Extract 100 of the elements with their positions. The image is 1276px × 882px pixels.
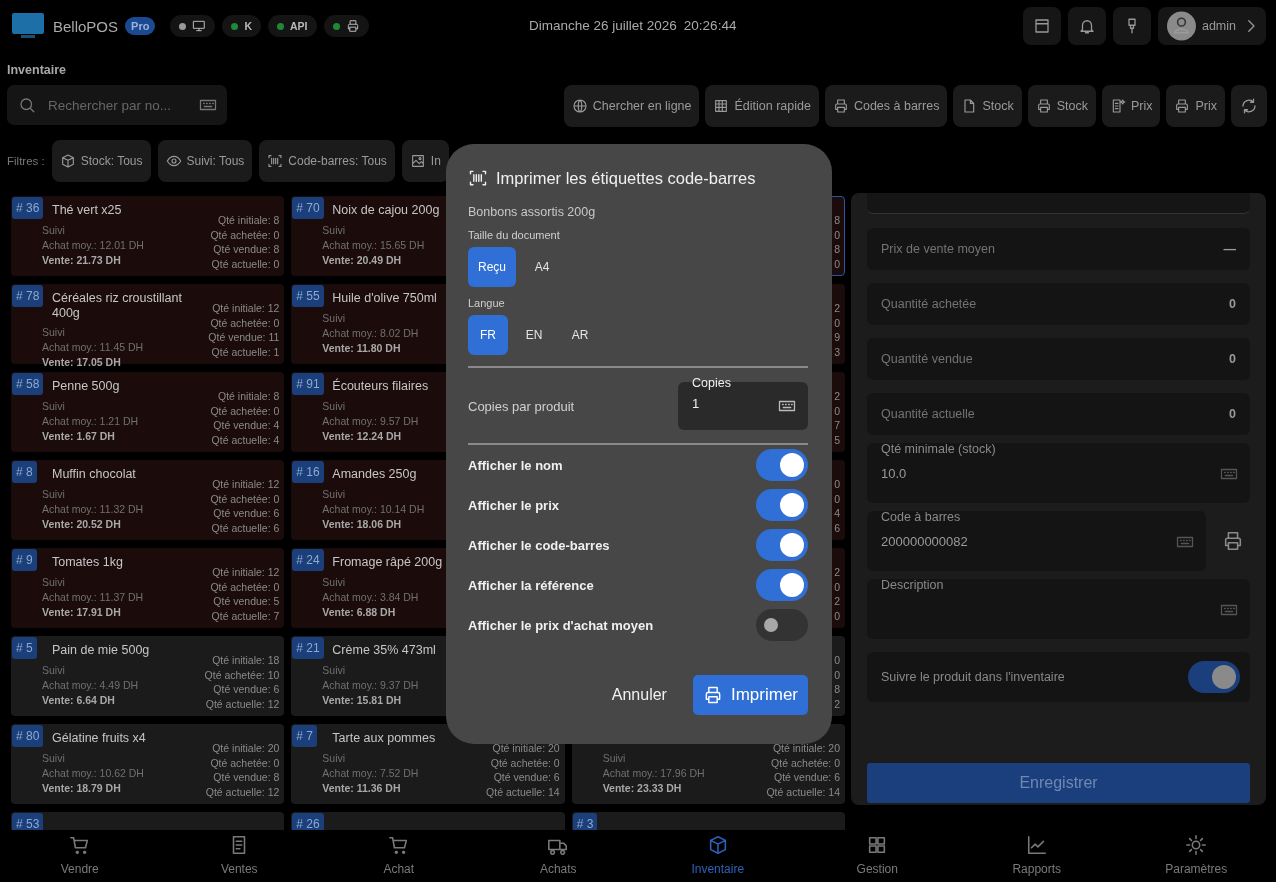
toggle-switch[interactable] — [756, 529, 808, 561]
product-card[interactable]: # 80 Gélatine fruits x4 Suivi Achat moy.: 10.62 DH Vente: 18.79 DH Qté initiale: 20 Qté achetée: 0 Qté vendue: 8 Qté actuelle: 12 — [11, 724, 285, 804]
search-field[interactable]: Rechercher par no... — [7, 85, 227, 125]
tracking-label: Suivi — [322, 399, 346, 414]
quantity-text: Qté vendue: 6 — [213, 506, 280, 521]
quantity-text: Qté vendue: 4 — [213, 418, 280, 433]
quantity-text: 8 — [834, 242, 840, 257]
toolbar-button[interactable]: Codes à barres — [824, 85, 948, 127]
product-card[interactable]: # 9 Tomates 1kg Suivi Achat moy.: 11.37 DH Vente: 17.91 DH Qté initiale: 12 Qté achetée: 0 Qté vendue: 5 Qté actuelle: 7 — [11, 548, 285, 628]
product-number: # 7 — [292, 725, 317, 747]
product-number: # 21 — [292, 637, 324, 659]
app-name: BelloPOS — [53, 17, 119, 35]
gear-icon — [1185, 834, 1208, 856]
product-name: Écouteurs filaires — [332, 379, 429, 395]
filter-chip[interactable]: Code-barres: Tous — [259, 140, 395, 182]
product-card[interactable]: # 36 Thé vert x25 Suivi Achat moy.: 12.01 DH Vente: 21.73 DH Qté initiale: 8 Qté achetée: 0 Qté vendue: 8 Qté actuelle: 0 — [11, 196, 285, 276]
quantity-text: Qté actuelle: 1 — [211, 344, 280, 359]
refresh-icon — [1240, 97, 1258, 115]
toolbar-button[interactable]: Stock — [1027, 85, 1096, 127]
input-field[interactable]: Code à barres 200000000082 — [867, 511, 1206, 571]
product-name: Pain de mie 500g — [52, 643, 150, 659]
nav-tab[interactable]: Ventes — [159, 830, 319, 882]
refresh-button[interactable] — [1231, 85, 1267, 127]
tracking-label: Suivi — [322, 487, 346, 502]
window-button[interactable] — [1023, 7, 1061, 45]
cancel-button[interactable]: Annuler — [605, 685, 673, 705]
quantity-text: 2 — [834, 301, 840, 316]
sale-price-text: Vente: 12.24 DH — [322, 429, 402, 444]
quantity-text: 0 — [834, 315, 840, 330]
quantity-text: Qté initiale: 20 — [492, 741, 560, 756]
nav-tab[interactable]: Rapports — [957, 830, 1117, 882]
sale-price-text: Vente: 11.36 DH — [322, 781, 401, 796]
device-button[interactable] — [1113, 7, 1151, 45]
print-button[interactable]: Imprimer — [692, 675, 808, 715]
size-option[interactable]: Reçu — [468, 247, 516, 287]
language-option[interactable]: EN — [514, 315, 554, 355]
product-name: Penne 500g — [52, 379, 120, 395]
filter-chip[interactable]: Suivi: Tous — [157, 140, 253, 182]
quantity-text: 0 — [834, 477, 840, 492]
toolbar-button[interactable]: Stock — [953, 85, 1022, 127]
language-option[interactable]: FR — [468, 315, 508, 355]
product-number: # 91 — [292, 373, 324, 395]
time-text: 20:26:44 — [683, 18, 737, 33]
avg-purchase-text: Achat moy.: 9.57 DH — [322, 414, 419, 429]
tracking-label: Suivi — [322, 311, 346, 326]
toggle-switch[interactable] — [756, 569, 808, 601]
product-card[interactable]: # 5 Pain de mie 500g Suivi Achat moy.: 4.49 DH Vente: 6.64 DH Qté initiale: 18 Qté achetée: 10 Qté vendue: 6 Qté actuelle: 12 — [11, 636, 285, 716]
product-card[interactable]: # 26 — [291, 812, 565, 830]
product-name: Huile d'olive 750ml — [332, 291, 437, 307]
grid-edit-icon — [713, 98, 730, 114]
nav-tab[interactable]: Inventaire — [638, 830, 798, 882]
toggle-switch[interactable] — [756, 489, 808, 521]
nav-tab[interactable]: Achats — [478, 830, 638, 882]
filter-chip[interactable]: In — [401, 140, 449, 182]
tracking-label: Suivi — [42, 223, 65, 238]
toggle-switch[interactable] — [1188, 661, 1240, 693]
quantity-text: Qté vendue: 8 — [213, 242, 280, 257]
quantity-text: Qté initiale: 12 — [212, 565, 280, 580]
quantity-text: Qté vendue: 5 — [213, 594, 280, 609]
quantity-text: Qté actuelle: 14 — [486, 784, 560, 799]
printer-icon — [1174, 98, 1191, 114]
avg-purchase-text: Achat moy.: 15.65 DH — [322, 238, 425, 253]
toggle-switch[interactable] — [756, 449, 808, 481]
quantity-text: Qté actuelle: 12 — [205, 784, 280, 799]
product-card[interactable]: # 78 Céréales riz croustillant 400g Suivi Achat moy.: 11.45 DH Vente: 17.05 DH Qté initiale: 12 Qté achetée: 0 Qté vendue: 11 Qté actuelle: 1 — [11, 284, 285, 364]
product-name: Céréales riz croustillant 400g — [52, 291, 183, 321]
quantity-text: 7 — [834, 418, 840, 433]
barcode-icon — [468, 168, 488, 188]
product-card[interactable]: # 53 — [11, 812, 285, 830]
quantity-text: 2 — [834, 696, 840, 711]
stat-label: Quantité actuelle — [881, 407, 975, 421]
quantity-text: 0 — [834, 227, 840, 242]
nav-tab[interactable]: Paramètres — [1116, 830, 1276, 882]
product-card[interactable]: # 7 Tarte aux pommes Suivi Achat moy.: 7.52 DH Vente: 11.36 DH Qté initiale: 20 Qté achetée: 0 Qté vendue: 6 Qté actuelle: 14 — [291, 724, 565, 804]
input-field[interactable] — [867, 193, 1250, 214]
input-field[interactable]: Qté minimale (stock) 10.0 — [867, 443, 1250, 503]
quantity-text: 4 — [834, 506, 840, 521]
notifications-button[interactable] — [1068, 7, 1106, 45]
quantity-text: 0 — [834, 667, 840, 682]
toolbar-button[interactable]: Prix — [1101, 85, 1161, 127]
product-card[interactable]: # 58 Penne 500g Suivi Achat moy.: 1.21 DH Vente: 1.67 DH Qté initiale: 8 Qté achetée: 0 Qté vendue: 4 Qté actuelle: 4 — [11, 372, 285, 452]
toolbar-button[interactable]: Chercher en ligne — [563, 85, 700, 127]
tracking-label: Suivi — [322, 223, 346, 238]
avg-purchase-text: Achat moy.: 10.14 DH — [322, 502, 425, 517]
toggle-label: Suivre le produit dans l'inventaire — [881, 670, 1065, 684]
quantity-text: 8 — [834, 682, 840, 697]
avg-purchase-text: Achat moy.: 4.49 DH — [42, 678, 139, 693]
tracking-label: Suivi — [322, 751, 346, 766]
nav-tab[interactable]: Vendre — [0, 830, 160, 882]
toolbar-button[interactable]: Prix — [1166, 85, 1225, 127]
product-card[interactable]: # 3 — [571, 812, 845, 830]
filter-chip[interactable]: Stock: Tous — [51, 140, 151, 182]
toggle-switch[interactable] — [756, 609, 808, 641]
toolbar-button[interactable]: Édition rapide — [705, 85, 819, 127]
nav-tab[interactable]: Achat — [319, 830, 479, 882]
user-menu-button[interactable]: admin — [1158, 7, 1266, 45]
product-card[interactable]: # 8 Muffin chocolat Suivi Achat moy.: 11.32 DH Vente: 20.52 DH Qté initiale: 12 Qté achetée: 0 Qté vendue: 6 Qté actuelle: 6 — [11, 460, 285, 540]
nav-tab[interactable]: Gestion — [797, 830, 957, 882]
input-field[interactable]: Description — [867, 579, 1250, 639]
tracking-label: Suivi — [322, 575, 346, 590]
